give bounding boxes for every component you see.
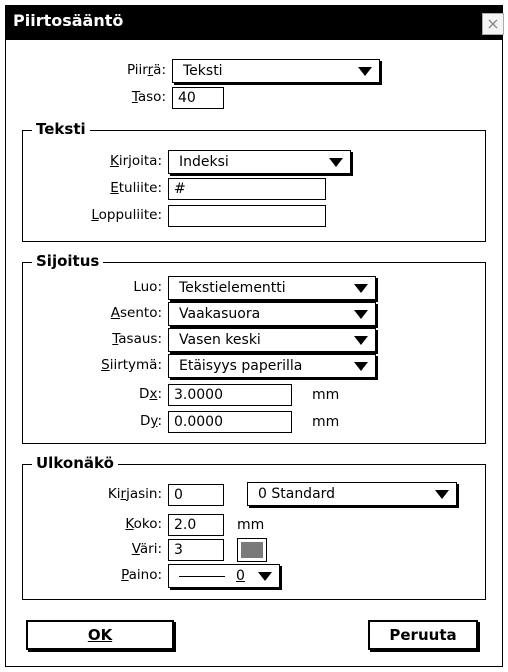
piirra-label: Piirrä: — [126, 62, 166, 78]
title-bar: Piirtosääntö × — [6, 6, 504, 40]
chevron-down-icon — [258, 572, 272, 581]
cancel-button-label: Peruuta — [389, 626, 457, 644]
ok-button[interactable]: OK — [26, 620, 174, 650]
dy-label: Dy: — [140, 413, 162, 429]
vari-label: Väri: — [131, 541, 162, 557]
kirjasin-font-select[interactable]: 0 Standard — [247, 482, 457, 506]
tasaus-value: Vasen keski — [179, 332, 261, 348]
color-swatch[interactable] — [237, 538, 267, 562]
chevron-down-icon — [358, 67, 372, 76]
piirra-select[interactable]: Teksti — [172, 59, 380, 83]
vari-field[interactable]: 3 — [168, 539, 224, 561]
ulkonako-group-title: Ulkonäkö — [32, 454, 118, 472]
koko-unit: mm — [237, 517, 265, 533]
chevron-down-icon — [354, 362, 368, 371]
ok-button-label: OK — [87, 626, 113, 644]
tasaus-label: Tasaus: — [112, 331, 162, 347]
chevron-down-icon — [354, 336, 368, 345]
kirjoita-value: Indeksi — [179, 154, 229, 170]
siirtyma-select[interactable]: Etäisyys paperilla — [168, 354, 376, 378]
chevron-down-icon — [354, 284, 368, 293]
dx-field[interactable]: 3.0000 — [168, 384, 292, 406]
close-icon[interactable]: × — [482, 13, 504, 35]
dy-unit: mm — [312, 414, 340, 430]
tasaus-select[interactable]: Vasen keski — [168, 328, 376, 352]
etuliite-label: Etuliite: — [110, 180, 162, 196]
kirjasin-field[interactable]: 0 — [168, 484, 224, 506]
paino-value: 0 — [236, 568, 245, 584]
dx-label: Dx: — [139, 386, 162, 402]
luo-value: Tekstielementti — [179, 280, 286, 296]
etuliite-field[interactable]: # — [168, 178, 326, 200]
line-weight-sample — [179, 576, 225, 577]
taso-label: Taso: — [131, 89, 166, 105]
chevron-down-icon — [329, 158, 343, 167]
asento-label: Asento: — [110, 305, 162, 321]
kirjoita-label: Kirjoita: — [109, 153, 162, 169]
koko-field[interactable]: 2.0 — [168, 514, 224, 536]
chevron-down-icon — [354, 310, 368, 319]
cancel-button[interactable]: Peruuta — [368, 620, 478, 650]
sijoitus-group: Sijoitus Luo: Tekstielementti Asento: Va… — [22, 252, 486, 444]
siirtyma-label: Siirtymä: — [101, 357, 162, 373]
luo-select[interactable]: Tekstielementti — [168, 276, 376, 300]
teksti-group-title: Teksti — [32, 120, 90, 138]
koko-label: Koko: — [125, 516, 162, 532]
kirjoita-select[interactable]: Indeksi — [168, 150, 351, 174]
siirtyma-value: Etäisyys paperilla — [179, 358, 303, 374]
piirra-value: Teksti — [183, 63, 223, 79]
asento-select[interactable]: Vaakasuora — [168, 302, 376, 326]
color-swatch-fill — [241, 542, 263, 558]
asento-value: Vaakasuora — [179, 306, 261, 322]
paino-label: Paino: — [121, 567, 162, 583]
dialog-window: Piirtosääntö × Piirrä: Teksti Taso: 40 T… — [5, 5, 504, 667]
taso-field[interactable]: 40 — [172, 87, 224, 109]
kirjasin-font-value: 0 Standard — [258, 486, 336, 502]
ulkonako-group: Ulkonäkö Kirjasin: 0 0 Standard Koko: 2.… — [22, 454, 486, 600]
dy-field[interactable]: 0.0000 — [168, 411, 292, 433]
paino-select[interactable]: 0 — [168, 564, 280, 588]
kirjasin-label: Kirjasin: — [107, 486, 162, 502]
teksti-group: Teksti Kirjoita: Indeksi Etuliite: # Lop… — [22, 120, 486, 242]
loppuliite-label: Loppuliite: — [91, 207, 162, 223]
loppuliite-field[interactable] — [168, 205, 326, 227]
sijoitus-group-title: Sijoitus — [32, 252, 104, 270]
chevron-down-icon — [435, 490, 449, 499]
dx-unit: mm — [312, 387, 340, 403]
luo-label: Luo: — [133, 279, 162, 295]
window-title: Piirtosääntö — [13, 11, 124, 30]
